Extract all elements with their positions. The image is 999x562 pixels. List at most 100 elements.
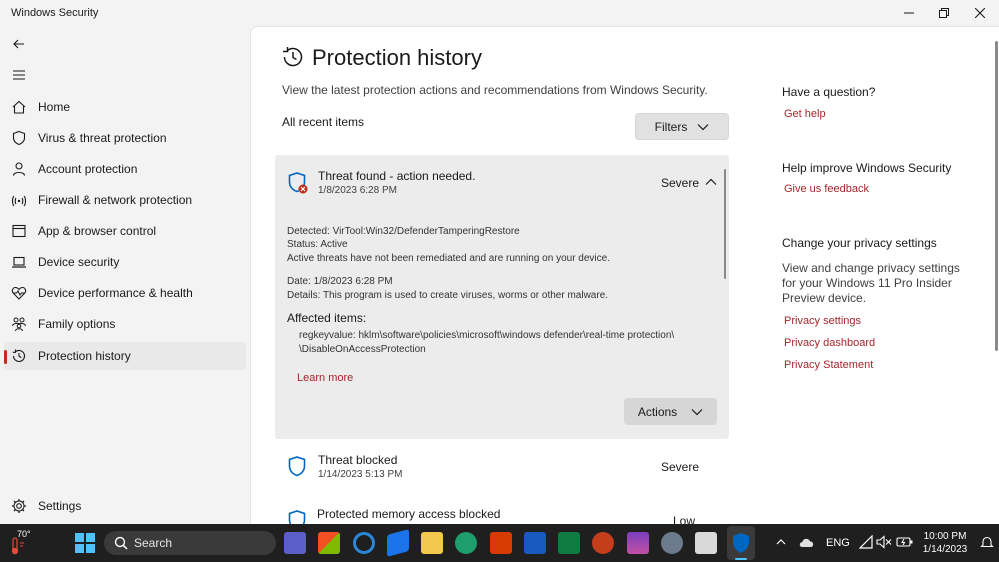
shield-icon bbox=[288, 510, 306, 524]
sidebar-item-label: Virus & threat protection bbox=[38, 131, 167, 145]
active-app-indicator bbox=[735, 558, 747, 560]
sidebar-item-virus-threat[interactable]: Virus & threat protection bbox=[4, 124, 246, 152]
language-indicator[interactable]: ENG bbox=[826, 537, 850, 549]
sidebar-item-account[interactable]: Account protection bbox=[4, 155, 246, 183]
wifi-icon[interactable] bbox=[859, 535, 873, 549]
history-item[interactable]: Protected memory access blocked Low bbox=[275, 499, 729, 524]
word-icon[interactable] bbox=[524, 532, 546, 554]
menu-button[interactable] bbox=[10, 66, 28, 84]
date-text: Date: 1/8/2023 6:28 PM bbox=[287, 276, 393, 287]
teams-meet-icon[interactable] bbox=[284, 532, 306, 554]
notification-bell-icon[interactable] bbox=[980, 535, 994, 549]
clock-time: 10:00 PM bbox=[923, 531, 967, 542]
history-icon bbox=[10, 347, 28, 365]
sidebar-item-performance[interactable]: Device performance & health bbox=[4, 279, 246, 307]
restore-button[interactable] bbox=[931, 4, 957, 22]
family-icon bbox=[10, 315, 28, 333]
search-label: Search bbox=[134, 536, 173, 550]
item-title: Protected memory access blocked bbox=[317, 507, 501, 521]
sidebar-item-label: Firewall & network protection bbox=[38, 193, 193, 207]
sidebar-item-device-security[interactable]: Device security bbox=[4, 248, 246, 276]
snipping-tool-icon[interactable] bbox=[695, 532, 717, 554]
cortana-icon[interactable] bbox=[353, 532, 375, 554]
taskbar-search[interactable]: Search bbox=[104, 531, 276, 555]
shield-icon bbox=[288, 456, 306, 477]
privacy-description: View and change privacy settings for you… bbox=[782, 261, 960, 305]
minimize-button[interactable] bbox=[896, 4, 922, 22]
learn-more-link[interactable]: Learn more bbox=[297, 372, 353, 384]
item-severity: Low bbox=[673, 514, 696, 524]
feedback-link[interactable]: Give us feedback bbox=[784, 183, 869, 195]
battery-icon[interactable] bbox=[896, 535, 914, 549]
close-button[interactable] bbox=[967, 4, 993, 22]
person-icon bbox=[10, 160, 28, 178]
hamburger-menu-icon bbox=[13, 70, 25, 80]
improve-heading: Help improve Windows Security bbox=[782, 161, 952, 175]
mail-app-icon[interactable] bbox=[387, 529, 409, 557]
clipchamp-icon[interactable] bbox=[627, 532, 649, 554]
filters-button[interactable]: Filters bbox=[635, 113, 729, 140]
app-window-icon bbox=[10, 222, 28, 240]
weather-temperature: 70° bbox=[17, 529, 31, 539]
sidebar-item-label: Protection history bbox=[38, 349, 131, 363]
item-severity: Severe bbox=[661, 176, 700, 190]
actions-button[interactable]: Actions bbox=[624, 398, 717, 425]
item-title: Threat found - action needed. bbox=[318, 169, 476, 183]
store-icon[interactable] bbox=[318, 532, 340, 554]
clock-date: 1/14/2023 bbox=[922, 544, 968, 555]
sidebar-item-label: Account protection bbox=[38, 162, 138, 176]
restore-icon bbox=[939, 8, 949, 18]
chevron-down-icon bbox=[697, 123, 709, 130]
sidebar: Home Virus & threat protection Account p… bbox=[0, 26, 250, 524]
get-help-link[interactable]: Get help bbox=[784, 108, 826, 120]
window-title: Windows Security bbox=[11, 7, 99, 19]
item-date: 1/14/2023 5:13 PM bbox=[318, 469, 403, 480]
sidebar-item-label: Settings bbox=[38, 499, 82, 513]
privacy-settings-link[interactable]: Privacy settings bbox=[784, 315, 861, 327]
title-bar: Windows Security bbox=[0, 0, 999, 26]
powerpoint-icon[interactable] bbox=[592, 532, 614, 554]
main-scrollbar[interactable] bbox=[995, 41, 998, 351]
file-explorer-icon[interactable] bbox=[421, 532, 443, 554]
sidebar-item-settings[interactable]: Settings bbox=[4, 492, 246, 520]
sidebar-item-app-browser[interactable]: App & browser control bbox=[4, 217, 246, 245]
all-items-label: All recent items bbox=[282, 115, 365, 129]
volume-muted-icon[interactable] bbox=[876, 535, 892, 549]
sidebar-item-protection-history[interactable]: Protection history bbox=[4, 342, 246, 370]
filters-label: Filters bbox=[654, 119, 688, 134]
privacy-heading: Change your privacy settings bbox=[782, 236, 937, 250]
privacy-statement-link[interactable]: Privacy Statement bbox=[784, 359, 873, 371]
sidebar-item-firewall[interactable]: Firewall & network protection bbox=[4, 186, 246, 214]
wifi-icon bbox=[10, 191, 28, 209]
question-heading: Have a question? bbox=[782, 85, 876, 99]
item-severity: Severe bbox=[661, 460, 700, 474]
back-arrow-icon bbox=[13, 39, 24, 49]
history-item-expanded[interactable]: Threat found - action needed. 1/8/2023 6… bbox=[275, 155, 729, 439]
history-icon bbox=[283, 47, 303, 67]
shield-icon bbox=[10, 129, 28, 147]
edge-browser-icon[interactable] bbox=[455, 532, 477, 554]
settings-gear-icon[interactable] bbox=[661, 532, 683, 554]
sidebar-item-label: App & browser control bbox=[38, 224, 157, 238]
sidebar-item-home[interactable]: Home bbox=[4, 93, 246, 121]
sidebar-item-family[interactable]: Family options bbox=[4, 310, 246, 338]
sidebar-item-label: Home bbox=[38, 100, 71, 114]
card-scrollbar[interactable] bbox=[724, 169, 726, 279]
onedrive-cloud-icon[interactable] bbox=[798, 535, 816, 549]
taskbar-clock[interactable]: 10:00 PM 1/14/2023 bbox=[918, 530, 972, 556]
privacy-dashboard-link[interactable]: Privacy dashboard bbox=[784, 337, 875, 349]
active-indicator bbox=[4, 350, 7, 364]
back-button[interactable] bbox=[10, 35, 28, 53]
windows-start-icon[interactable] bbox=[75, 533, 95, 553]
item-date: 1/8/2023 6:28 PM bbox=[318, 185, 397, 196]
laptop-icon bbox=[10, 253, 28, 271]
office-icon[interactable] bbox=[490, 532, 512, 554]
history-item[interactable]: Threat blocked 1/14/2023 5:13 PM Severe bbox=[275, 445, 729, 497]
close-icon bbox=[975, 8, 985, 18]
taskbar: 70° Search ENG 10:00 PM 1/14/2023 bbox=[0, 524, 999, 562]
windows-security-icon[interactable] bbox=[731, 532, 751, 554]
chevron-up-icon[interactable] bbox=[776, 538, 786, 546]
main-panel: Protection history View the latest prote… bbox=[250, 26, 999, 524]
excel-icon[interactable] bbox=[558, 532, 580, 554]
chevron-up-icon[interactable] bbox=[705, 178, 717, 186]
